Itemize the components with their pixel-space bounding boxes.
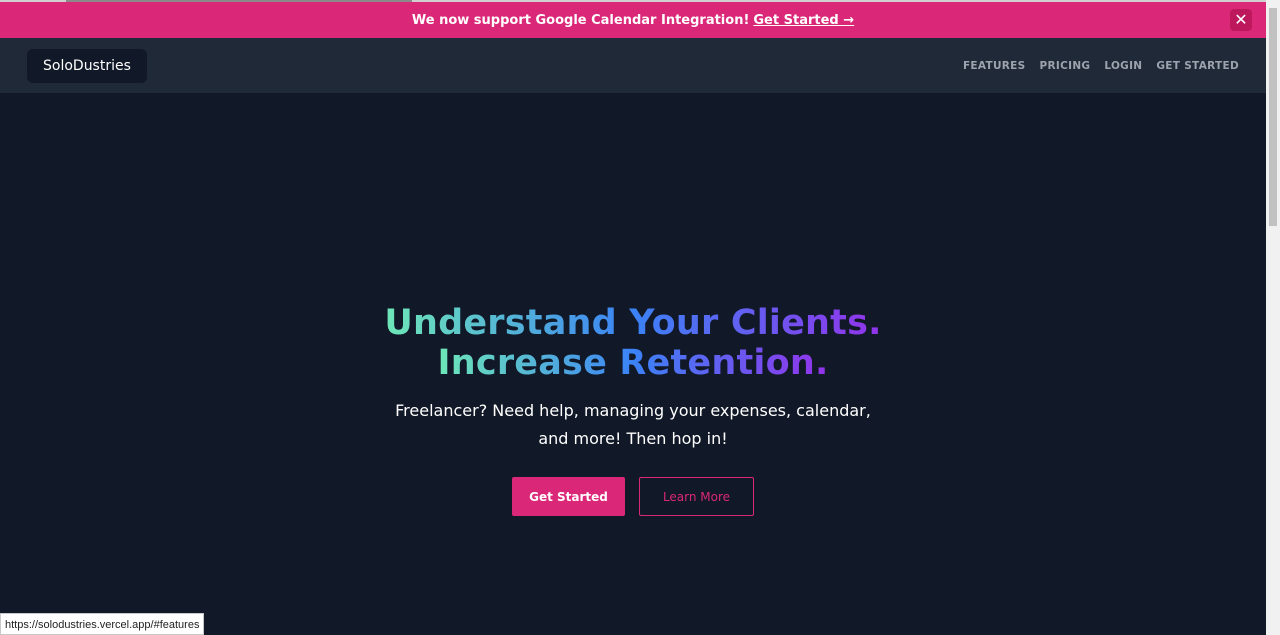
- headline-line-2: Increase Retention.: [437, 343, 829, 383]
- nav-link-pricing[interactable]: PRICING: [1040, 60, 1091, 72]
- vertical-scrollbar[interactable]: [1266, 0, 1280, 635]
- nav-link-login[interactable]: LOGIN: [1104, 60, 1142, 72]
- hero-buttons: Get Started Learn More: [0, 477, 1266, 516]
- learn-more-button[interactable]: Learn More: [639, 477, 754, 516]
- navbar: SoloDustries FEATURES PRICING LOGIN GET …: [0, 38, 1266, 93]
- nav-link-get-started[interactable]: GET STARTED: [1156, 60, 1239, 72]
- headline-line-1: Understand Your Clients.: [384, 303, 882, 343]
- status-bar-url: https://solodustries.vercel.app/#feature…: [0, 613, 205, 635]
- get-started-button[interactable]: Get Started: [512, 477, 625, 516]
- close-icon[interactable]: ✕: [1230, 9, 1252, 31]
- hero-headline: Understand Your Clients. Increase Retent…: [0, 303, 1266, 383]
- logo[interactable]: SoloDustries: [27, 48, 147, 83]
- announcement-get-started-link[interactable]: Get Started →: [753, 13, 854, 28]
- scrollbar-thumb[interactable]: [1269, 8, 1277, 226]
- hero-section: Understand Your Clients. Increase Retent…: [0, 93, 1266, 635]
- nav-links: FEATURES PRICING LOGIN GET STARTED: [963, 60, 1239, 72]
- nav-link-features[interactable]: FEATURES: [963, 60, 1026, 72]
- announcement-banner: We now support Google Calendar Integrati…: [0, 2, 1266, 38]
- hero-subtitle: Freelancer? Need help, managing your exp…: [395, 401, 871, 448]
- announcement-message: We now support Google Calendar Integrati…: [411, 12, 750, 28]
